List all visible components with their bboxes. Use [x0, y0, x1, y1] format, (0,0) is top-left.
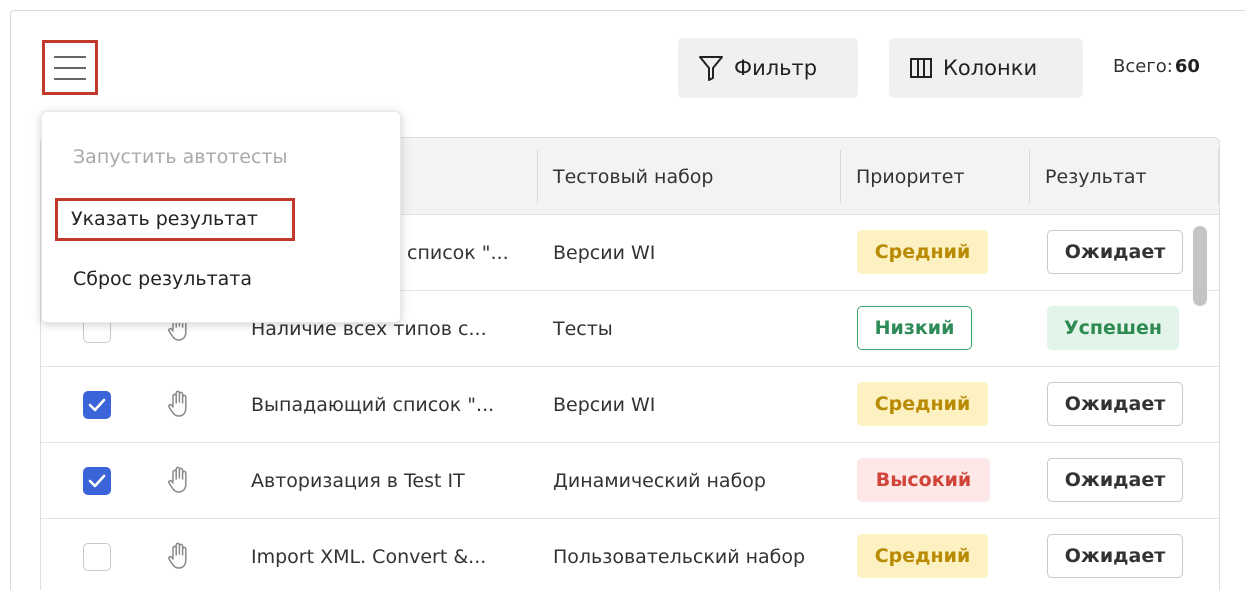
- columns-icon: [910, 58, 932, 78]
- test-suite: Динамический набор: [553, 470, 766, 492]
- checkmark-icon: [88, 474, 106, 488]
- priority-badge: Средний: [857, 534, 988, 578]
- priority-badge: Средний: [857, 382, 988, 426]
- result-badge[interactable]: Успешен: [1047, 306, 1179, 350]
- result-badge[interactable]: Ожидает: [1047, 534, 1183, 578]
- total-value: 60: [1174, 56, 1200, 77]
- test-suite: Версии WI: [553, 242, 656, 264]
- test-suite: Версии WI: [553, 394, 656, 416]
- filter-funnel-icon: [699, 56, 723, 81]
- menu-item-run-autotests[interactable]: Запустить автотесты: [73, 146, 287, 168]
- actions-dropdown: Запустить автотесты Указать результат Сб…: [41, 111, 401, 323]
- result-badge[interactable]: Ожидает: [1047, 382, 1183, 426]
- table-row[interactable]: Выпадающий список "... Версии WI Средний…: [41, 367, 1219, 443]
- hamburger-icon: [54, 55, 86, 80]
- column-header-priority[interactable]: Приоритет: [841, 138, 965, 215]
- test-suite: Пользовательский набор: [553, 546, 806, 568]
- row-checkbox[interactable]: [83, 391, 111, 419]
- filter-button-label: Фильтр: [734, 56, 818, 80]
- total-count: Всего: 60: [1113, 56, 1200, 77]
- columns-button[interactable]: Колонки: [889, 38, 1083, 98]
- column-separator: [1218, 150, 1219, 203]
- column-header-result[interactable]: Результат: [1030, 138, 1147, 215]
- hand-icon: [168, 466, 187, 493]
- filter-button[interactable]: Фильтр: [678, 38, 858, 98]
- result-badge[interactable]: Ожидает: [1047, 230, 1183, 274]
- hand-icon: [168, 390, 187, 417]
- columns-button-label: Колонки: [943, 56, 1038, 80]
- priority-badge: Средний: [857, 230, 988, 274]
- result-badge[interactable]: Ожидает: [1047, 458, 1183, 502]
- table-row[interactable]: Авторизация в Test IT Динамический набор…: [41, 443, 1219, 519]
- menu-button[interactable]: [42, 40, 98, 95]
- menu-item-set-result[interactable]: Указать результат: [71, 208, 258, 230]
- menu-item-reset-result[interactable]: Сброс результата: [73, 268, 252, 290]
- table-row[interactable]: Import XML. Convert &... Пользовательски…: [41, 519, 1219, 590]
- test-name: Import XML. Convert &...: [251, 546, 487, 568]
- column-header-suite[interactable]: Тестовый набор: [538, 138, 714, 215]
- checkmark-icon: [88, 398, 106, 412]
- total-label: Всего:: [1113, 56, 1173, 77]
- vertical-scrollbar[interactable]: [1193, 226, 1207, 306]
- row-checkbox[interactable]: [83, 543, 111, 571]
- test-name: Выпадающий список "...: [251, 394, 495, 416]
- test-name: Авторизация в Test IT: [251, 470, 465, 492]
- priority-badge: Высокий: [857, 458, 990, 502]
- row-checkbox[interactable]: [83, 467, 111, 495]
- test-name: список "...: [407, 242, 509, 264]
- priority-badge: Низкий: [857, 306, 972, 350]
- hand-icon: [168, 542, 187, 569]
- test-suite: Тесты: [553, 318, 613, 340]
